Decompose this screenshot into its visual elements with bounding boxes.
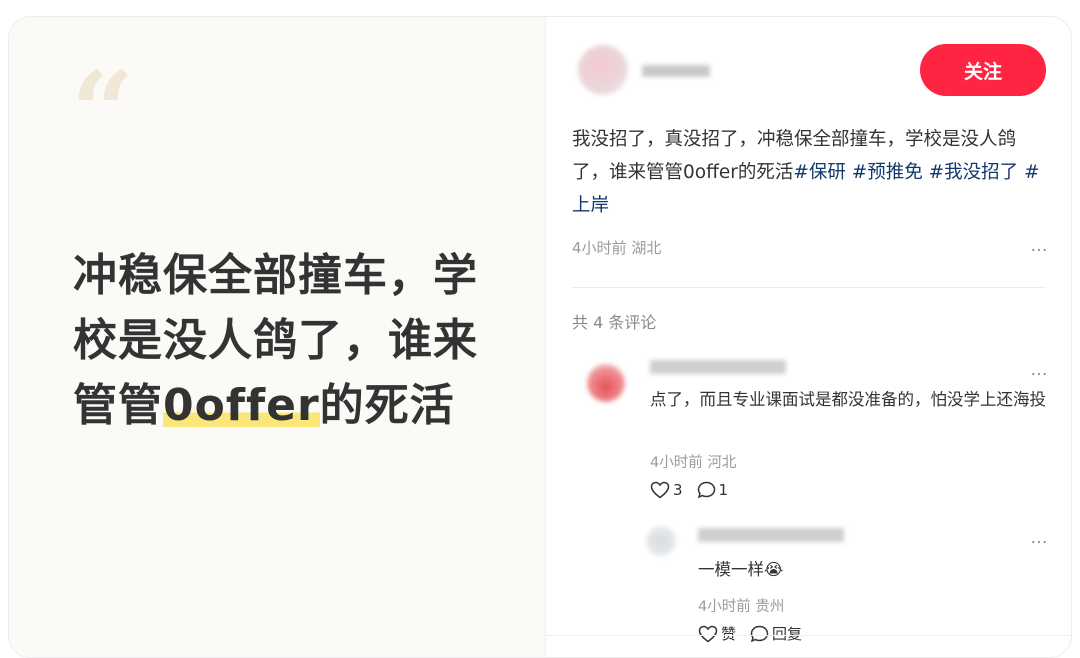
note-detail-panel: 关注 我没招了，真没招了，冲稳保全部撞车，学校是没人鸽了，谁来管管0offer的… <box>545 17 1071 657</box>
like-count: 3 <box>673 481 683 499</box>
reply-reply-button[interactable]: 回复 <box>750 623 802 644</box>
divider <box>572 287 1046 288</box>
post-time: 4小时前 <box>572 239 627 257</box>
chat-bubble-icon <box>697 481 716 499</box>
headline-text-end: 的死活 <box>319 380 455 431</box>
follow-button[interactable]: 关注 <box>920 44 1046 96</box>
reply-count: 1 <box>718 481 729 499</box>
reply-avatar[interactable] <box>646 526 676 556</box>
post-content: 我没招了，真没招了，冲稳保全部撞车，学校是没人鸽了，谁来管管0offer的死活#… <box>572 123 1048 222</box>
comment-count: 共 4 条评论 <box>572 313 657 332</box>
reply-label: 回复 <box>772 625 803 643</box>
reply-body: 一模一样 <box>698 560 764 579</box>
note-cover-image[interactable]: “ 冲稳保全部撞车，学校是没人鸽了，谁来管管0offer的死活 <box>9 17 545 657</box>
comment-time: 4小时前 <box>650 455 703 471</box>
heart-icon <box>650 481 670 499</box>
commenter-name[interactable] <box>650 360 786 374</box>
reply-text: 一模一样😭 <box>698 557 783 583</box>
cover-headline: 冲稳保全部撞车，学校是没人鸽了，谁来管管0offer的死活 <box>73 243 513 438</box>
comment-reply-button[interactable]: 1 <box>697 481 729 499</box>
comment-more-icon[interactable]: … <box>1030 359 1049 380</box>
reply-actions: 赞 回复 <box>698 623 802 644</box>
post-meta: 4小时前 湖北 <box>572 237 661 258</box>
author-avatar[interactable] <box>578 45 628 95</box>
reply-author-name[interactable] <box>698 528 844 542</box>
reply-more-icon[interactable]: … <box>1030 527 1049 548</box>
reply-time: 4小时前 <box>698 599 751 615</box>
hashtag[interactable]: #我没招了 <box>929 162 1019 183</box>
reply-like-button[interactable]: 赞 <box>698 623 736 644</box>
author-name[interactable] <box>642 65 710 77</box>
commenter-avatar[interactable] <box>587 364 625 402</box>
note-card: “ 冲稳保全部撞车，学校是没人鸽了，谁来管管0offer的死活 关注 我没招了，… <box>8 16 1072 658</box>
comment-actions: 3 1 <box>650 481 728 499</box>
reply-location: 贵州 <box>755 599 785 615</box>
bottom-divider <box>546 635 1071 636</box>
reply-meta: 4小时前 贵州 <box>698 595 784 616</box>
hashtag[interactable]: #保研 <box>793 162 846 183</box>
comment-text: 点了，而且专业课面试是都没准备的，怕没学上还海投 <box>650 390 1046 409</box>
hashtag[interactable]: #预推免 <box>852 162 923 183</box>
comment-meta: 4小时前 河北 <box>650 451 736 472</box>
post-location: 湖北 <box>631 239 662 257</box>
chat-bubble-icon <box>750 625 769 643</box>
comment-like-button[interactable]: 3 <box>650 481 683 499</box>
crying-emoji-icon: 😭 <box>764 560 784 579</box>
headline-highlight: 0offer <box>163 380 320 431</box>
post-more-icon[interactable]: … <box>1030 235 1049 256</box>
comment-location: 河北 <box>707 455 737 471</box>
like-label: 赞 <box>721 625 737 643</box>
heart-icon <box>698 625 718 643</box>
quote-mark-icon: “ <box>71 47 134 176</box>
